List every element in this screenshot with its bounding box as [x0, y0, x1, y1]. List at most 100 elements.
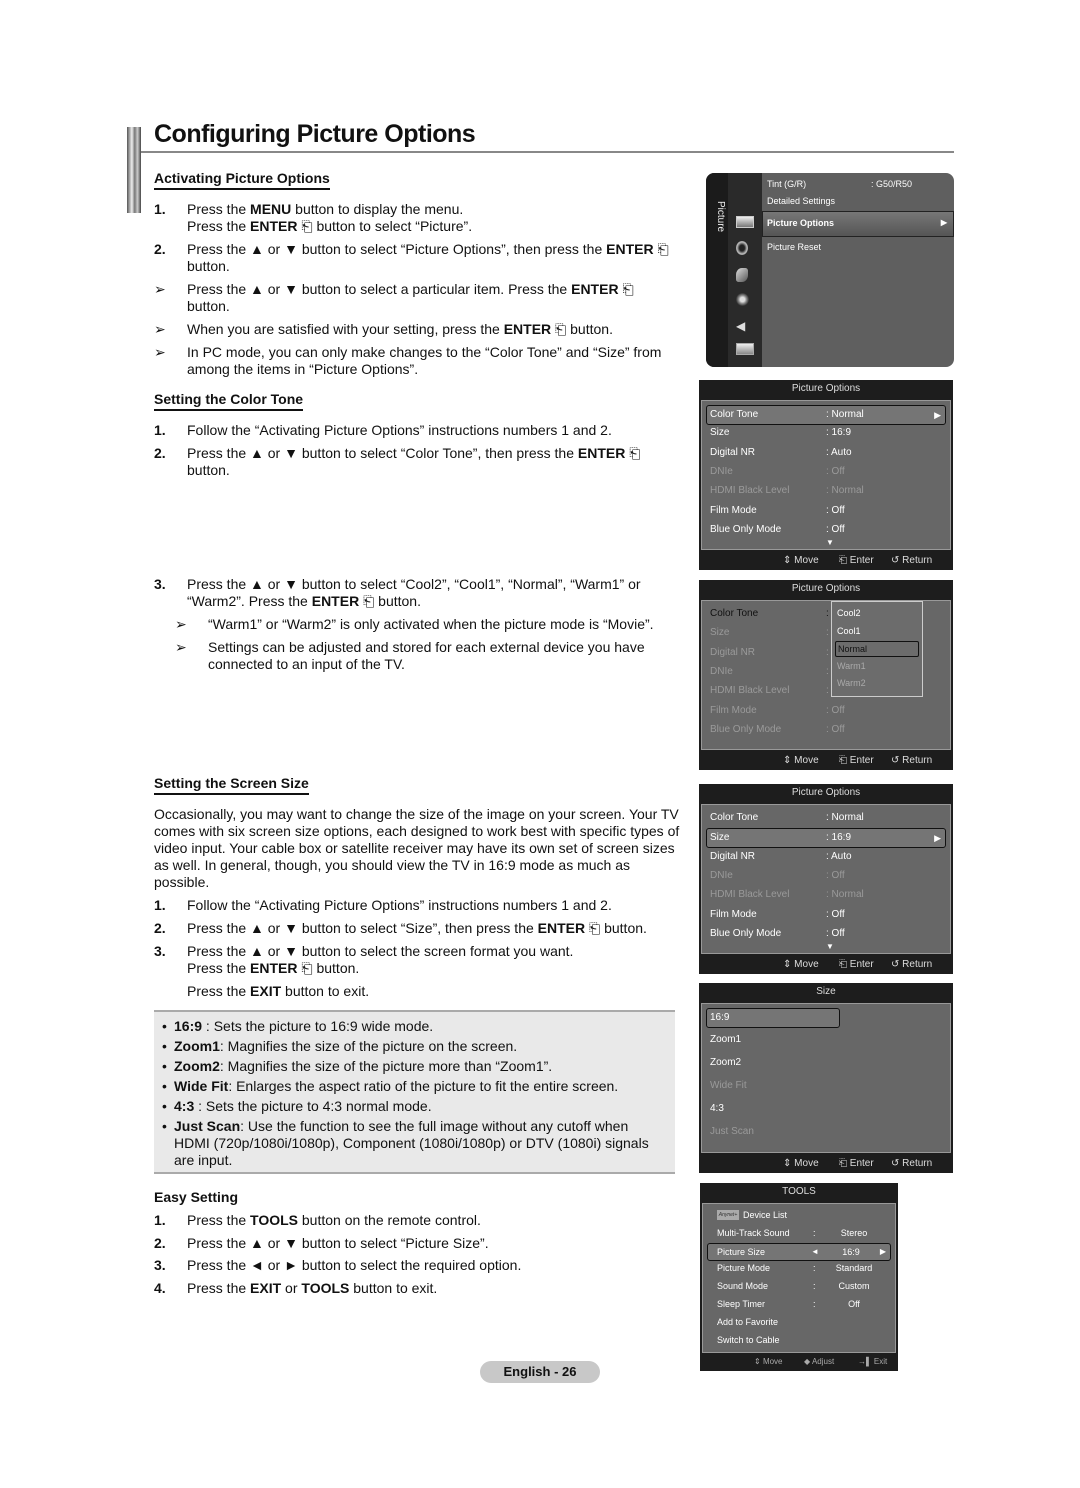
row-value: : Off: [826, 523, 845, 535]
tools-item[interactable]: Anynet+ Device List: [711, 1207, 887, 1223]
text-run: “Warm1” or “Warm2” is only activated whe…: [208, 616, 654, 632]
picture-icon[interactable]: [736, 216, 754, 228]
screen-size-exit-line: Press the EXIT button to exit.: [187, 983, 369, 1000]
size-option[interactable]: Wide Fit: [710, 1077, 942, 1095]
osd-row[interactable]: Digital NR: Auto: [710, 444, 942, 462]
step-text: “Warm1” or “Warm2” is only activated whe…: [208, 616, 685, 633]
screen-size-step-1: 1. Follow the “Activating Picture Options…: [154, 897, 694, 914]
enter-icon: ⎗: [839, 1158, 850, 1169]
text-run: button to exit.: [281, 983, 370, 999]
size-option[interactable]: 4:3: [710, 1100, 942, 1118]
osd-title: TOOLS: [782, 1186, 816, 1197]
osd-row[interactable]: DNIe : Off: [710, 463, 942, 481]
row-label: Color Tone: [710, 812, 759, 823]
size-option[interactable]: Zoom2: [710, 1054, 942, 1072]
row-value: :: [826, 608, 829, 619]
osd-body: Color Tone: Normal ▶ Size: 16:9 Digital NR:…: [701, 400, 951, 550]
color-tone-note-1: ➢ “Warm1” or “Warm2” is only activated wh…: [175, 616, 685, 633]
tools-item[interactable]: Picture Size ◄ 16:9 ▶: [707, 1242, 891, 1261]
dropdown-option[interactable]: Warm1: [835, 659, 917, 673]
text-run: Press the ▲ or ▼ button to select “Size”…: [187, 920, 538, 936]
tools-item[interactable]: Multi-Track Sound: Stereo: [711, 1225, 887, 1241]
dropdown-option[interactable]: Warm2: [835, 676, 917, 690]
channel-icon[interactable]: [736, 268, 748, 282]
enter-hint: ⎗ Enter: [839, 956, 874, 974]
osd-row[interactable]: HDMI Black Level: Normal: [710, 482, 942, 500]
page-title: Configuring Picture Options: [154, 120, 476, 148]
osd-row[interactable]: Film Mode: Off: [710, 906, 942, 924]
size-option[interactable]: Just Scan: [710, 1123, 942, 1141]
row-value: : Normal: [826, 409, 864, 420]
row-label: DNIe: [710, 465, 733, 477]
step-number: 2.: [154, 445, 166, 461]
osd-main-item-tint[interactable]: Tint (G/R) : G50/R50: [767, 179, 912, 189]
bold-keyword: ENTER: [606, 241, 654, 257]
osd-row[interactable]: Blue Only Mode: Off: [710, 521, 942, 539]
osd-row[interactable]: Blue Only Mode: Off: [710, 925, 942, 943]
text-run: Press the ▲ or ▼ button to select “Pictu…: [187, 241, 607, 257]
row-value: : Off: [826, 465, 845, 477]
text-run: : Sets the picture to 16:9 wide mode.: [202, 1018, 434, 1034]
row-value: : Normal: [826, 889, 864, 901]
row-label: HDMI Black Level: [710, 685, 790, 697]
tools-item[interactable]: Switch to Cable: [711, 1332, 887, 1348]
tools-item[interactable]: Add to Favorite: [711, 1314, 887, 1330]
sound-icon[interactable]: [736, 241, 748, 255]
enter-hint: ⎗ Enter: [839, 1155, 874, 1173]
application-icon[interactable]: [736, 343, 754, 355]
text-run: Press the: [187, 1280, 251, 1296]
dropdown-option[interactable]: Normal: [835, 641, 919, 657]
osd-row[interactable]: Size: 16:9: [710, 424, 942, 442]
osd-row[interactable]: DNIe: Off: [710, 867, 942, 885]
text-run: : Magnifies the size of the picture on t…: [219, 1038, 518, 1054]
return-icon: ↺: [891, 1158, 903, 1169]
osd-row[interactable]: Blue Only Mode: Off: [710, 721, 942, 739]
section-heading-screen-size: Setting the Screen Size: [154, 775, 309, 795]
dropdown-option[interactable]: Cool2: [835, 606, 917, 620]
row-value: : 16:9: [826, 832, 852, 844]
tools-item[interactable]: Sound Mode: Custom: [711, 1278, 887, 1294]
step-number: 1.: [154, 1212, 166, 1228]
color-tone-note-2: ➢ Settings can be adjusted and stored for…: [175, 639, 675, 673]
osd-main-item-detailed-settings[interactable]: Detailed Settings: [767, 196, 835, 206]
dropdown-option[interactable]: Cool1: [835, 624, 917, 638]
size-option-bullet: • Wide Fit: Enlarges the aspect ratio of …: [162, 1078, 664, 1095]
exit-icon: →▌: [858, 1357, 874, 1366]
osd-row[interactable]: Color Tone: Normal ▶: [706, 405, 946, 425]
step-number: 1.: [154, 897, 166, 913]
row-value: :: [826, 665, 829, 677]
osd-row[interactable]: HDMI Black Level: Normal: [710, 886, 942, 904]
text-run: Press the: [187, 1212, 251, 1228]
row-label: Just Scan: [710, 1126, 754, 1137]
move-icon: ⇕: [783, 1158, 795, 1169]
osd-row[interactable]: Film Mode: Off: [710, 502, 942, 520]
text-run: ⎗ button.: [585, 920, 647, 936]
bullet-text: Wide Fit: Enlarges the aspect ratio of t…: [174, 1078, 664, 1095]
scroll-down-icon[interactable]: ▼: [826, 942, 834, 951]
move-hint: ⇕ Move: [754, 1353, 783, 1371]
exit-hint: →▌ Exit: [858, 1353, 887, 1371]
step-text: Press the ▲ or ▼ button to select “Pictu…: [187, 1235, 674, 1252]
osd-row[interactable]: Digital NR: Auto: [710, 848, 942, 866]
tools-item[interactable]: Picture Mode: Standard: [711, 1260, 887, 1276]
note-arrow-icon: ➢: [175, 639, 187, 655]
row-value: : Off: [826, 504, 845, 516]
tools-item[interactable]: Sleep Timer: Off: [711, 1296, 887, 1312]
osd-main-item-picture-options[interactable]: Picture Options ▶: [767, 218, 947, 228]
osd-row[interactable]: Color Tone: Normal: [710, 809, 942, 827]
input-icon[interactable]: ◀: [736, 319, 752, 333]
hint-label: Return: [902, 959, 933, 970]
osd-row[interactable]: Size: 16:9 ▶: [706, 828, 946, 849]
osd-row[interactable]: Film Mode: Off: [710, 702, 942, 720]
size-option[interactable]: 16:9: [706, 1008, 840, 1028]
step-number: 1.: [154, 201, 166, 217]
osd-footer: ⇕ Move ⎗ Enter ↺ Return: [699, 552, 953, 570]
bullet-text: Zoom2: Magnifies the size of the picture…: [174, 1058, 664, 1075]
size-option[interactable]: Zoom1: [710, 1031, 942, 1049]
setup-icon[interactable]: [736, 293, 749, 306]
osd-main-item-picture-reset[interactable]: Picture Reset: [767, 242, 821, 252]
text-run: Press the: [187, 960, 251, 976]
bullet-dot-icon: •: [162, 1038, 167, 1054]
row-value: : 16:9: [826, 427, 852, 439]
scroll-down-icon[interactable]: ▼: [826, 538, 834, 547]
